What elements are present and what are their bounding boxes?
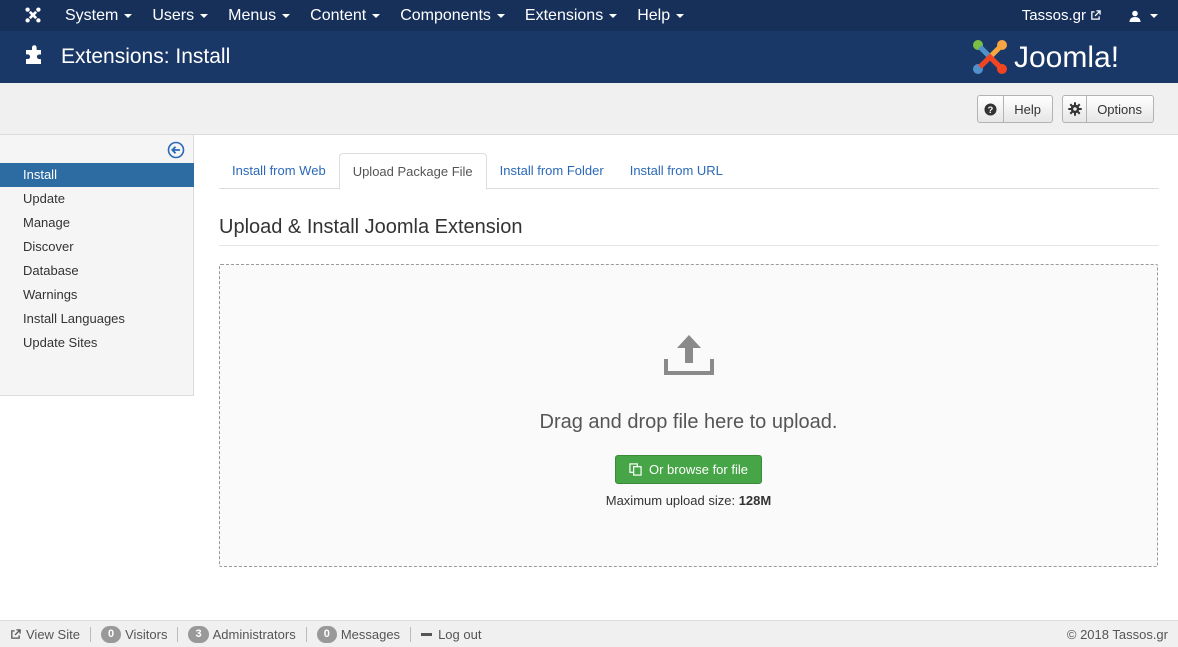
visitors-badge: 0 xyxy=(100,625,122,643)
chevron-down-icon xyxy=(282,13,291,18)
copy-files-icon xyxy=(629,463,642,476)
sidebar-item-update-sites[interactable]: Update Sites xyxy=(0,331,194,355)
nav-menus-label: Menus xyxy=(228,6,277,24)
tab-install-from-folder[interactable]: Install from Folder xyxy=(487,153,617,189)
title-bar: Extensions: Install Joomla! xyxy=(0,31,1178,83)
user-menu[interactable] xyxy=(1123,10,1178,22)
sidebar-item-warnings[interactable]: Warnings xyxy=(0,283,194,307)
sidebar-item-discover[interactable]: Discover xyxy=(0,235,194,259)
nav-content[interactable]: Content xyxy=(300,0,390,31)
messages-status[interactable]: 0 Messages xyxy=(307,625,412,643)
sidebar-item-database[interactable]: Database xyxy=(0,259,194,283)
logout-link[interactable]: Log out xyxy=(411,627,491,642)
administrators-badge: 3 xyxy=(188,625,209,643)
copyright: © 2018 Tassos.gr xyxy=(1066,627,1168,642)
logout-label: Log out xyxy=(438,626,482,642)
nav-content-label: Content xyxy=(310,6,367,24)
upload-dropzone[interactable]: Drag and drop file here to upload. Or br… xyxy=(219,264,1158,567)
nav-extensions[interactable]: Extensions xyxy=(515,0,627,31)
question-circle-icon: ? xyxy=(984,102,997,116)
collapse-sidebar-icon[interactable] xyxy=(167,141,185,159)
section-heading: Upload & Install Joomla Extension xyxy=(219,215,1159,246)
sidebar-item-install-languages[interactable]: Install Languages xyxy=(0,307,194,331)
nav-users[interactable]: Users xyxy=(142,0,218,31)
site-link[interactable]: Tassos.gr xyxy=(1022,7,1123,24)
options-button[interactable]: Options xyxy=(1062,95,1154,123)
status-bar: View Site 0 Visitors 3 Administrators 0 … xyxy=(0,620,1178,647)
chevron-down-icon xyxy=(1150,13,1158,18)
toolbar: ? Help Options xyxy=(0,83,1178,135)
sidebar: Install Update Manage Discover Database Warni… xyxy=(0,135,194,396)
tab-install-from-url[interactable]: Install from URL xyxy=(617,153,736,189)
joomla-wordmark: Joomla! xyxy=(1014,41,1119,74)
minus-icon xyxy=(421,632,433,636)
sidebar-item-update[interactable]: Update xyxy=(0,187,194,211)
messages-label: Messages xyxy=(340,626,401,642)
view-site-label: View Site xyxy=(26,626,80,642)
chevron-down-icon xyxy=(200,13,209,18)
administrators-label: Administrators xyxy=(212,626,296,642)
external-link-icon xyxy=(11,628,21,639)
site-name: Tassos.gr xyxy=(1021,7,1086,24)
view-site-link[interactable]: View Site xyxy=(0,626,91,642)
page-title: Extensions: Install xyxy=(61,45,231,68)
max-upload-value: 128M xyxy=(738,493,772,508)
drop-instructions: Drag and drop file here to upload. xyxy=(539,411,838,433)
options-button-label: Options xyxy=(1097,101,1142,117)
top-navbar: System Users Menus Content Components Extensi… xyxy=(0,0,1178,31)
external-link-icon xyxy=(1091,10,1101,20)
joomla-icon[interactable] xyxy=(24,6,42,24)
administrators-status[interactable]: 3 Administrators xyxy=(178,625,307,643)
chevron-down-icon xyxy=(372,13,381,18)
visitors-label: Visitors xyxy=(125,626,168,642)
chevron-down-icon xyxy=(496,13,505,18)
sidebar-item-install[interactable]: Install xyxy=(0,163,194,187)
browse-file-label: Or browse for file xyxy=(649,462,748,477)
messages-badge: 0 xyxy=(316,625,337,643)
chevron-down-icon xyxy=(676,13,685,18)
max-upload-size: Maximum upload size: 128M xyxy=(220,493,1157,508)
svg-text:?: ? xyxy=(988,104,994,114)
puzzle-piece-icon xyxy=(26,45,41,64)
sidebar-item-manage[interactable]: Manage xyxy=(0,211,194,235)
sidebar-menu: Install Update Manage Discover Database Warni… xyxy=(0,163,194,355)
upload-icon xyxy=(664,335,714,375)
gear-icon xyxy=(1067,102,1082,116)
nav-extensions-label: Extensions xyxy=(524,6,604,24)
tab-install-from-web[interactable]: Install from Web xyxy=(219,153,339,189)
chevron-down-icon xyxy=(609,13,618,18)
nav-help[interactable]: Help xyxy=(627,0,694,31)
help-icon-wrap: ? xyxy=(978,96,1005,122)
browse-file-button[interactable]: Or browse for file xyxy=(615,455,762,484)
main-menu: System Users Menus Content Components Extensi… xyxy=(55,0,694,31)
chevron-down-icon xyxy=(124,13,133,18)
nav-right: Tassos.gr xyxy=(1022,0,1178,31)
nav-components[interactable]: Components xyxy=(390,0,515,31)
options-icon-wrap xyxy=(1063,96,1088,122)
tab-upload-package-file[interactable]: Upload Package File xyxy=(338,153,487,190)
joomla-logo: Joomla! xyxy=(973,40,1119,74)
nav-users-label: Users xyxy=(152,6,195,24)
nav-menus[interactable]: Menus xyxy=(218,0,300,31)
install-tabs: Install from Web Upload Package File Insta… xyxy=(219,153,1159,190)
help-button[interactable]: ? Help xyxy=(977,95,1053,123)
nav-help-label: Help xyxy=(637,6,671,24)
max-upload-label: Maximum upload size: xyxy=(605,493,736,508)
help-button-label: Help xyxy=(1014,101,1041,117)
visitors-status[interactable]: 0 Visitors xyxy=(91,625,179,643)
nav-system[interactable]: System xyxy=(55,0,142,31)
nav-system-label: System xyxy=(65,6,119,24)
user-icon xyxy=(1129,10,1141,22)
nav-components-label: Components xyxy=(400,6,491,24)
